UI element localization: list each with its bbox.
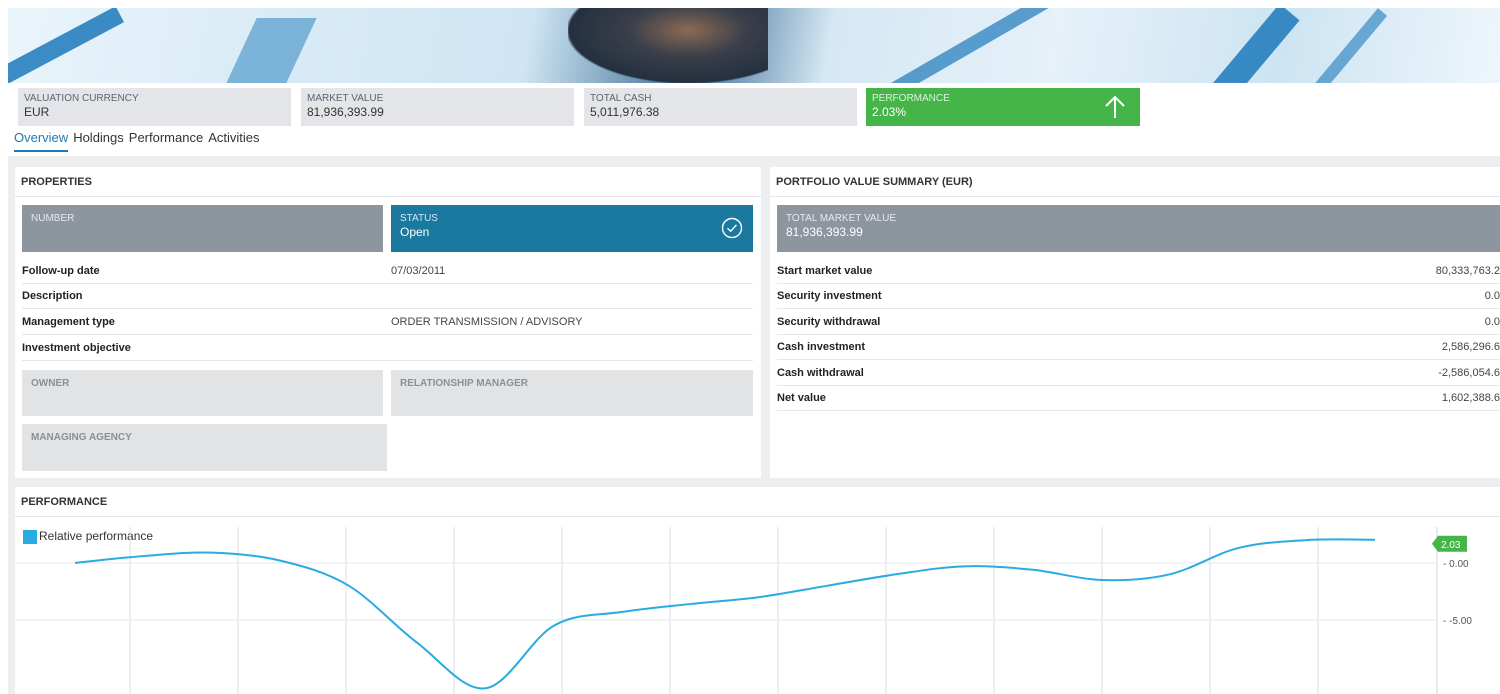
row-label: Cash investment (777, 341, 866, 353)
total-market-value-value: 81,936,393.99 (786, 225, 863, 239)
row-label: Cash withdrawal (777, 367, 864, 379)
row-label: Security withdrawal (777, 316, 881, 328)
row-label: Follow-up date (22, 265, 100, 277)
summary-row-start-market-value: Start market value 80,333,763.2 (777, 259, 1500, 284)
owner-label: OWNER (31, 378, 70, 389)
row-value: 0.0 (1484, 316, 1500, 328)
kpi-label: PERFORMANCE (872, 93, 950, 104)
summary-title: PORTFOLIO VALUE SUMMARY (EUR) (770, 167, 1500, 197)
row-label: Management type (22, 316, 115, 328)
owner-tile[interactable]: OWNER (22, 370, 383, 416)
kpi-performance: PERFORMANCE 2.03% (866, 88, 1140, 126)
arrow-up-icon (1105, 95, 1125, 118)
kpi-value: EUR (24, 105, 50, 119)
managing-agency-tile[interactable]: MANAGING AGENCY (22, 424, 387, 471)
row-value: 80,333,763.2 (1435, 265, 1500, 277)
performance-panel: PERFORMANCE Relative performance - 0.00-… (15, 487, 1500, 694)
kpi-label: VALUATION CURRENCY (24, 93, 139, 104)
y-tick-label: - -5.00 (1443, 616, 1472, 627)
status-tile: STATUS Open (391, 205, 753, 252)
kpi-value: 81,936,393.99 (307, 105, 384, 119)
number-label: NUMBER (31, 213, 75, 224)
tab-holdings[interactable]: Holdings (73, 130, 124, 152)
status-value: Open (400, 225, 430, 239)
property-row-management-type: Management type ORDER TRANSMISSION / ADV… (22, 310, 753, 335)
row-value: ORDER TRANSMISSION / ADVISORY (391, 316, 583, 328)
summary-row-cash-investment: Cash investment 2,586,296.6 (777, 335, 1500, 360)
summary-row-security-investment: Security investment 0.0 (777, 284, 1500, 309)
last-value-text: 2.03 (1441, 540, 1461, 551)
row-value: 07/03/2011 (391, 265, 446, 277)
portfolio-overview-page: VALUATION CURRENCY EUR MARKET VALUE 81,9… (0, 0, 1500, 694)
kpi-value: 5,011,976.38 (590, 105, 660, 119)
tab-overview[interactable]: Overview (14, 130, 69, 152)
row-label: Net value (777, 392, 826, 404)
properties-panel: PROPERTIES NUMBER STATUS Open Follow-up … (15, 167, 761, 478)
row-label: Start market value (777, 265, 873, 277)
row-value: 0.0 (1484, 290, 1500, 302)
check-circle-icon (721, 217, 743, 239)
row-value: -2,586,054.6 (1438, 367, 1500, 379)
kpi-market-value: MARKET VALUE 81,936,393.99 (301, 88, 574, 126)
row-label: Security investment (777, 290, 882, 302)
performance-title: PERFORMANCE (15, 487, 1500, 517)
header-banner-image (8, 8, 1500, 83)
series-line-relative-performance[interactable] (74, 538, 1376, 690)
row-value: 1,602,388.6 (1441, 392, 1500, 404)
row-label: Investment objective (22, 342, 131, 354)
row-label: Description (22, 290, 83, 302)
kpi-label: MARKET VALUE (307, 93, 384, 104)
last-value-badge: 2.03 (1432, 535, 1467, 552)
y-tick-label: - 0.00 (1443, 559, 1469, 570)
tab-bar: Overview Holdings Performance Activities (14, 130, 265, 152)
total-market-value-tile: TOTAL MARKET VALUE 81,936,393.99 (777, 205, 1500, 252)
property-row-investment-objective: Investment objective (22, 336, 753, 361)
row-value: 2,586,296.6 (1441, 341, 1500, 353)
kpi-label: TOTAL CASH (590, 93, 652, 104)
kpi-total-cash: TOTAL CASH 5,011,976.38 (584, 88, 857, 126)
properties-title: PROPERTIES (15, 167, 761, 197)
portfolio-value-summary-panel: PORTFOLIO VALUE SUMMARY (EUR) TOTAL MARK… (770, 167, 1500, 478)
relationship-manager-label: RELATIONSHIP MANAGER (400, 378, 528, 389)
status-label: STATUS (400, 213, 438, 224)
summary-row-security-withdrawal: Security withdrawal 0.0 (777, 310, 1500, 335)
kpi-valuation-currency: VALUATION CURRENCY EUR (18, 88, 291, 126)
summary-row-cash-withdrawal: Cash withdrawal -2,586,054.6 (777, 361, 1500, 386)
performance-chart: - 0.00 - -5.00 2.03 (15, 527, 1472, 694)
tab-performance[interactable]: Performance (129, 130, 203, 152)
property-row-description: Description (22, 284, 753, 309)
tab-activities[interactable]: Activities (208, 130, 259, 152)
relationship-manager-tile[interactable]: RELATIONSHIP MANAGER (391, 370, 753, 416)
total-market-value-label: TOTAL MARKET VALUE (786, 213, 897, 224)
managing-agency-label: MANAGING AGENCY (31, 432, 132, 443)
number-tile: NUMBER (22, 205, 383, 252)
kpi-value: 2.03% (872, 105, 907, 119)
summary-row-net-value: Net value 1,602,388.6 (777, 386, 1500, 411)
property-row-follow-up-date: Follow-up date 07/03/2011 (22, 259, 753, 284)
